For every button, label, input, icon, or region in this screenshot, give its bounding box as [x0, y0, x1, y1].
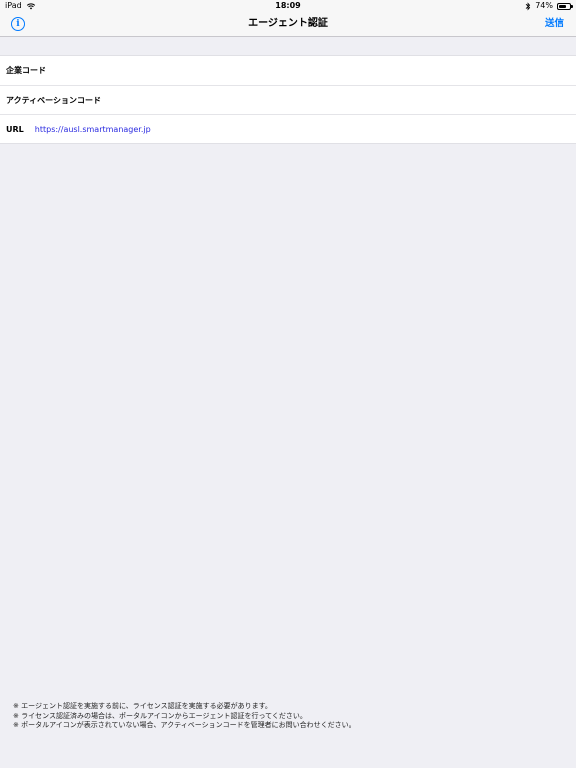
auth-form: 企業コード アクティベーションコード URL https://ausl.smar… — [0, 55, 576, 144]
battery-percent: 74% — [535, 1, 553, 10]
url-label: URL — [6, 124, 24, 134]
url-value[interactable]: https://ausl.smartmanager.jp — [24, 125, 151, 134]
activation-code-row[interactable]: アクティベーションコード — [0, 85, 576, 114]
activation-code-input[interactable] — [100, 90, 576, 110]
send-button[interactable]: 送信 — [545, 12, 564, 36]
status-bar: iPad 18:09 74% — [0, 0, 576, 12]
activation-code-label: アクティベーションコード — [6, 95, 101, 105]
battery-icon — [557, 2, 573, 10]
company-code-label: 企業コード — [6, 66, 46, 75]
bluetooth-icon — [525, 1, 531, 10]
battery-fill — [559, 4, 567, 8]
status-time: 18:09 — [275, 1, 301, 10]
company-code-row[interactable]: 企業コード — [0, 56, 576, 85]
navigation-bar: i エージェント認証 送信 — [0, 12, 576, 37]
notes: ※ エージェント認証を実施する前に、ライセンス認証を実施する必要があります。 ※… — [13, 702, 356, 731]
company-code-input[interactable] — [46, 60, 576, 81]
note-line: ※ ライセンス認証済みの場合は、ポータルアイコンからエージェント認証を行ってくだ… — [13, 711, 307, 720]
url-row[interactable]: URL https://ausl.smartmanager.jp — [0, 114, 576, 143]
status-right: 74% — [525, 0, 573, 12]
note-line: ※ ポータルアイコンが表示されていない場合、アクティベーションコードを管理者にお… — [13, 721, 356, 729]
note-line: ※ エージェント認証を実施する前に、ライセンス認証を実施する必要があります。 — [13, 702, 272, 710]
page-title: エージェント認証 — [248, 18, 328, 29]
